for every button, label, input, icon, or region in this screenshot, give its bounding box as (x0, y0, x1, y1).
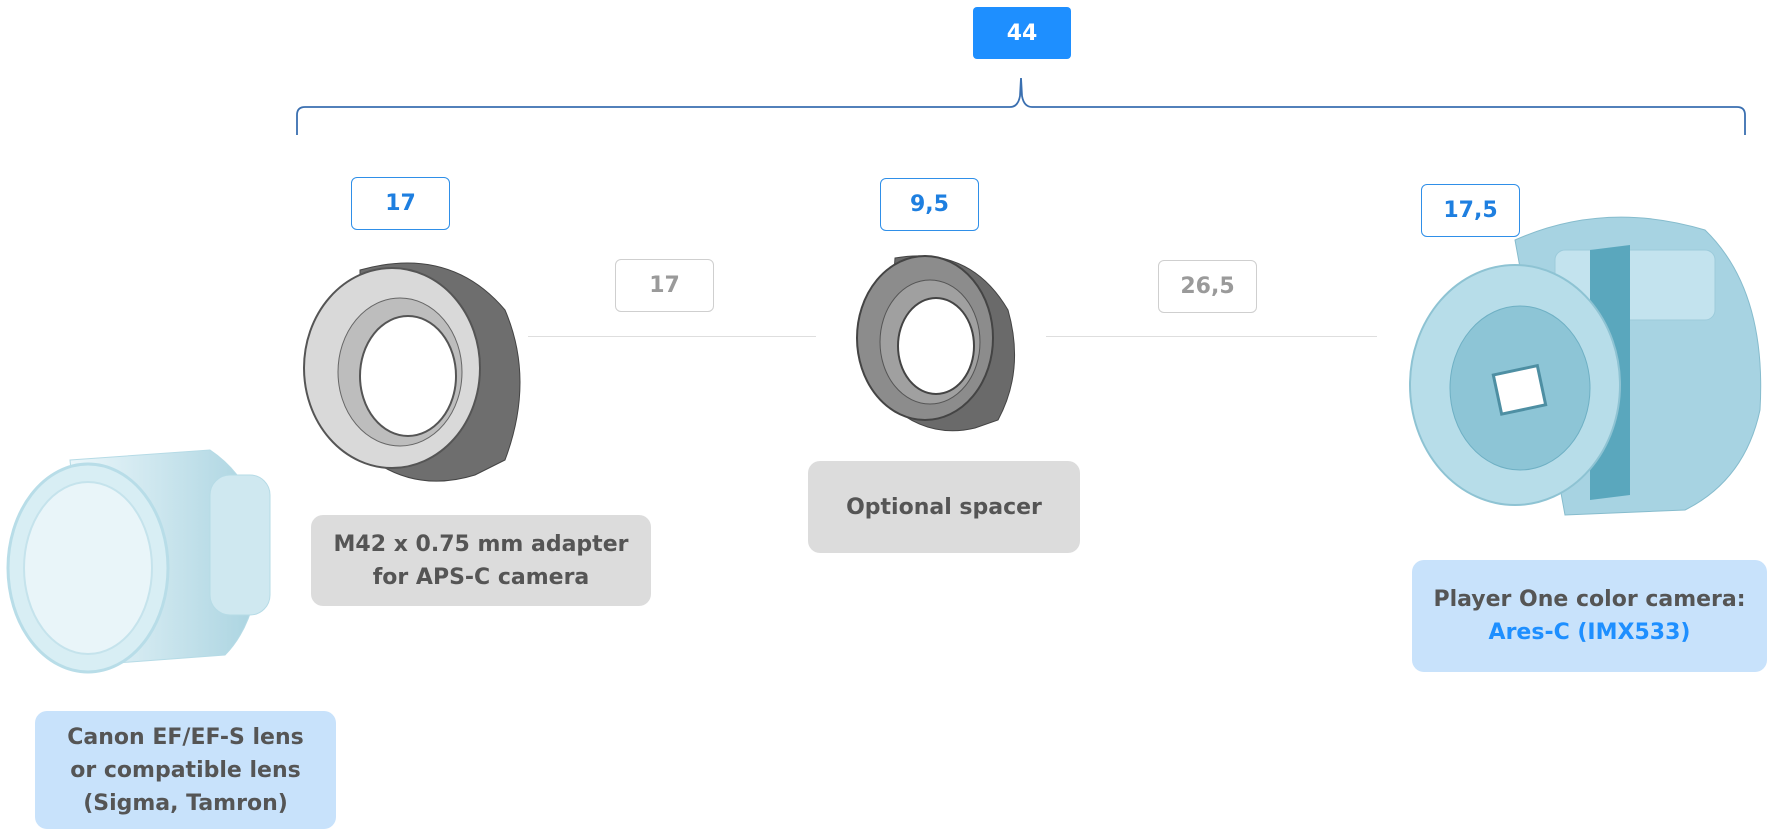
adapter-label-line1: M42 x 0.75 mm adapter (333, 531, 629, 557)
spacer-label-text: Optional spacer (846, 494, 1042, 520)
lens-label-line3: (Sigma, Tamron) (83, 790, 288, 816)
gap-box-spacer-camera: 26,5 (1158, 260, 1257, 313)
lens-label: Canon EF/EF-S lens or compatible lens (S… (35, 711, 336, 829)
camera-label: Player One color camera: Ares-C (IMX533) (1412, 560, 1767, 672)
lens-label-line2: or compatible lens (70, 757, 301, 783)
gap-line-right (1046, 336, 1377, 337)
total-distance-badge: 44 (973, 7, 1071, 59)
adapter-illustration (303, 262, 521, 482)
lens-label-line1: Canon EF/EF-S lens (67, 724, 304, 750)
camera-label-line1: Player One color camera: (1433, 587, 1746, 612)
camera-illustration (1409, 216, 1762, 516)
adapter-label-line2: for APS-C camera (372, 564, 590, 590)
adapter-label: M42 x 0.75 mm adapter for APS-C camera (311, 515, 651, 606)
spacer-label: Optional spacer (808, 461, 1080, 553)
adapter-thickness-box: 17 (351, 177, 450, 230)
spacer-thickness-box: 9,5 (880, 178, 979, 231)
lens-illustration (6, 449, 271, 674)
spacer-illustration (856, 255, 1016, 432)
gap-line-left (528, 336, 816, 337)
camera-model-link[interactable]: Ares-C (IMX533) (1489, 616, 1691, 649)
gap-box-adapter-spacer: 17 (615, 259, 714, 312)
